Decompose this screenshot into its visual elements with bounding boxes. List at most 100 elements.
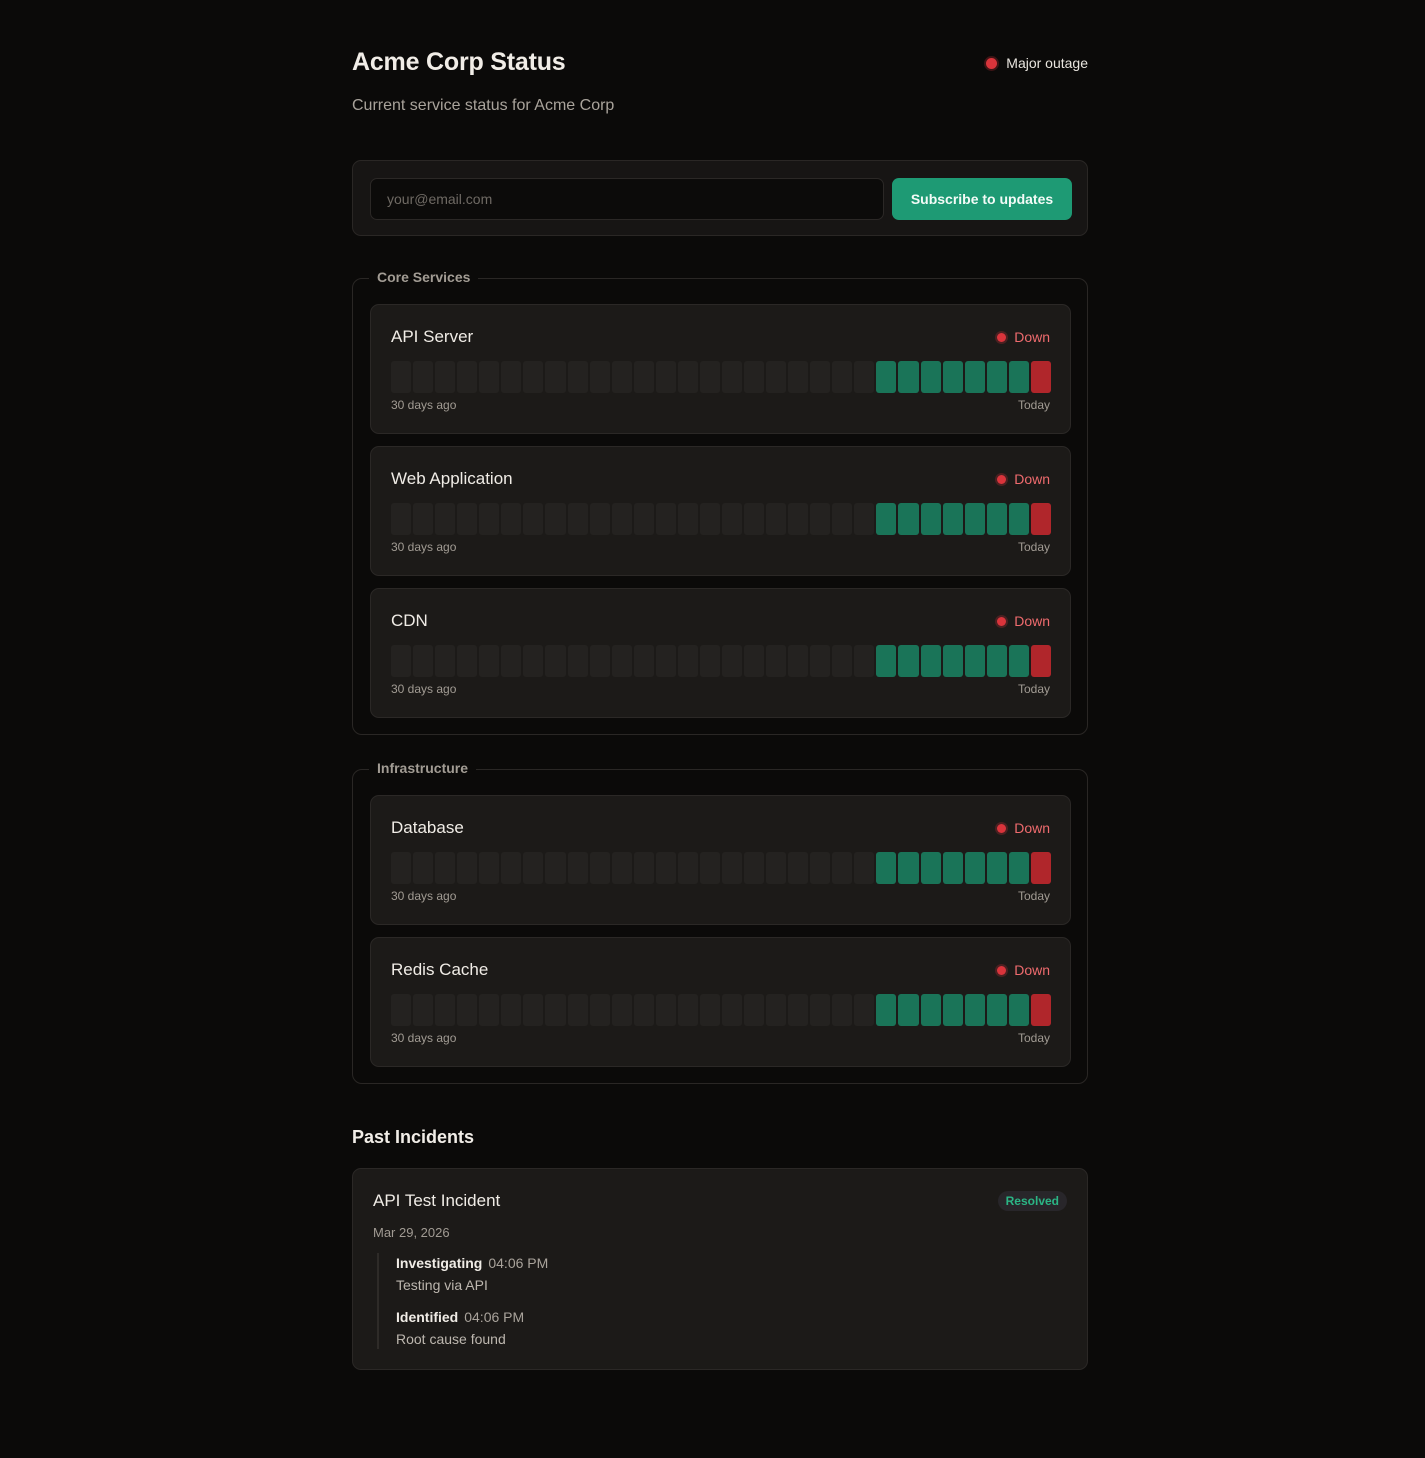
uptime-day-bar[interactable] [435,994,456,1026]
uptime-day-bar[interactable] [810,361,831,393]
uptime-day-bar[interactable] [655,994,676,1026]
email-input[interactable] [370,178,884,220]
uptime-day-bar[interactable] [810,852,831,884]
uptime-day-bar[interactable] [1008,852,1029,884]
uptime-day-bar[interactable] [721,503,742,535]
uptime-day-bar[interactable] [1008,503,1029,535]
uptime-day-bar[interactable] [810,503,831,535]
uptime-day-bar[interactable] [655,503,676,535]
uptime-day-bar[interactable] [611,852,632,884]
uptime-day-bar[interactable] [413,645,434,677]
uptime-day-bar[interactable] [744,503,765,535]
uptime-day-bar[interactable] [832,852,853,884]
uptime-day-bar[interactable] [391,361,412,393]
uptime-day-bar[interactable] [766,361,787,393]
uptime-day-bar[interactable] [766,994,787,1026]
uptime-day-bar[interactable] [611,994,632,1026]
uptime-day-bar[interactable] [986,645,1007,677]
uptime-day-bar[interactable] [589,994,610,1026]
uptime-day-bar[interactable] [832,994,853,1026]
uptime-day-bar[interactable] [699,852,720,884]
uptime-day-bar[interactable] [633,852,654,884]
uptime-day-bar[interactable] [964,994,985,1026]
uptime-day-bar[interactable] [920,994,941,1026]
uptime-day-bar[interactable] [898,503,919,535]
uptime-day-bar[interactable] [501,503,522,535]
uptime-day-bar[interactable] [854,503,875,535]
uptime-day-bar[interactable] [413,361,434,393]
uptime-day-bar[interactable] [435,503,456,535]
uptime-day-bar[interactable] [567,994,588,1026]
uptime-day-bar[interactable] [523,503,544,535]
uptime-day-bar[interactable] [854,852,875,884]
uptime-day-bar[interactable] [545,645,566,677]
uptime-day-bar[interactable] [545,994,566,1026]
uptime-day-bar[interactable] [567,361,588,393]
uptime-day-bar[interactable] [589,503,610,535]
uptime-day-bar[interactable] [744,852,765,884]
uptime-day-bar[interactable] [854,994,875,1026]
uptime-day-bar[interactable] [721,645,742,677]
uptime-day-bar[interactable] [766,852,787,884]
uptime-day-bar[interactable] [854,645,875,677]
uptime-day-bar[interactable] [1008,361,1029,393]
uptime-day-bar[interactable] [788,852,809,884]
uptime-day-bar[interactable] [766,645,787,677]
uptime-day-bar[interactable] [677,994,698,1026]
uptime-day-bar[interactable] [699,503,720,535]
uptime-day-bar[interactable] [920,852,941,884]
uptime-day-bar[interactable] [457,645,478,677]
uptime-day-bar[interactable] [699,361,720,393]
uptime-day-bar[interactable] [413,503,434,535]
uptime-day-bar[interactable] [1030,994,1051,1026]
subscribe-button[interactable]: Subscribe to updates [892,178,1072,220]
uptime-day-bar[interactable] [589,645,610,677]
uptime-day-bar[interactable] [391,852,412,884]
uptime-day-bar[interactable] [788,645,809,677]
uptime-day-bar[interactable] [677,645,698,677]
uptime-day-bar[interactable] [942,852,963,884]
uptime-day-bar[interactable] [677,361,698,393]
uptime-day-bar[interactable] [479,994,500,1026]
uptime-day-bar[interactable] [567,645,588,677]
uptime-day-bar[interactable] [413,994,434,1026]
uptime-day-bar[interactable] [721,361,742,393]
uptime-day-bar[interactable] [898,994,919,1026]
uptime-day-bar[interactable] [457,503,478,535]
uptime-day-bar[interactable] [435,645,456,677]
uptime-day-bar[interactable] [501,361,522,393]
uptime-day-bar[interactable] [986,361,1007,393]
uptime-day-bar[interactable] [699,994,720,1026]
uptime-day-bar[interactable] [567,852,588,884]
uptime-day-bar[interactable] [898,361,919,393]
uptime-day-bar[interactable] [986,503,1007,535]
uptime-day-bar[interactable] [677,852,698,884]
uptime-day-bar[interactable] [633,645,654,677]
uptime-day-bar[interactable] [810,994,831,1026]
uptime-day-bar[interactable] [964,503,985,535]
uptime-day-bar[interactable] [523,852,544,884]
uptime-day-bar[interactable] [1008,645,1029,677]
uptime-day-bar[interactable] [479,852,500,884]
uptime-day-bar[interactable] [721,852,742,884]
uptime-day-bar[interactable] [457,994,478,1026]
uptime-day-bar[interactable] [501,852,522,884]
uptime-day-bar[interactable] [744,361,765,393]
uptime-day-bar[interactable] [655,852,676,884]
uptime-day-bar[interactable] [876,503,897,535]
uptime-day-bar[interactable] [523,994,544,1026]
uptime-day-bar[interactable] [1030,645,1051,677]
uptime-day-bar[interactable] [501,645,522,677]
uptime-day-bar[interactable] [876,361,897,393]
uptime-day-bar[interactable] [832,503,853,535]
uptime-day-bar[interactable] [942,994,963,1026]
uptime-day-bar[interactable] [788,361,809,393]
uptime-day-bar[interactable] [810,645,831,677]
uptime-day-bar[interactable] [391,503,412,535]
uptime-day-bar[interactable] [413,852,434,884]
uptime-day-bar[interactable] [1030,503,1051,535]
uptime-day-bar[interactable] [611,361,632,393]
uptime-day-bar[interactable] [479,645,500,677]
uptime-day-bar[interactable] [589,852,610,884]
uptime-day-bar[interactable] [788,994,809,1026]
